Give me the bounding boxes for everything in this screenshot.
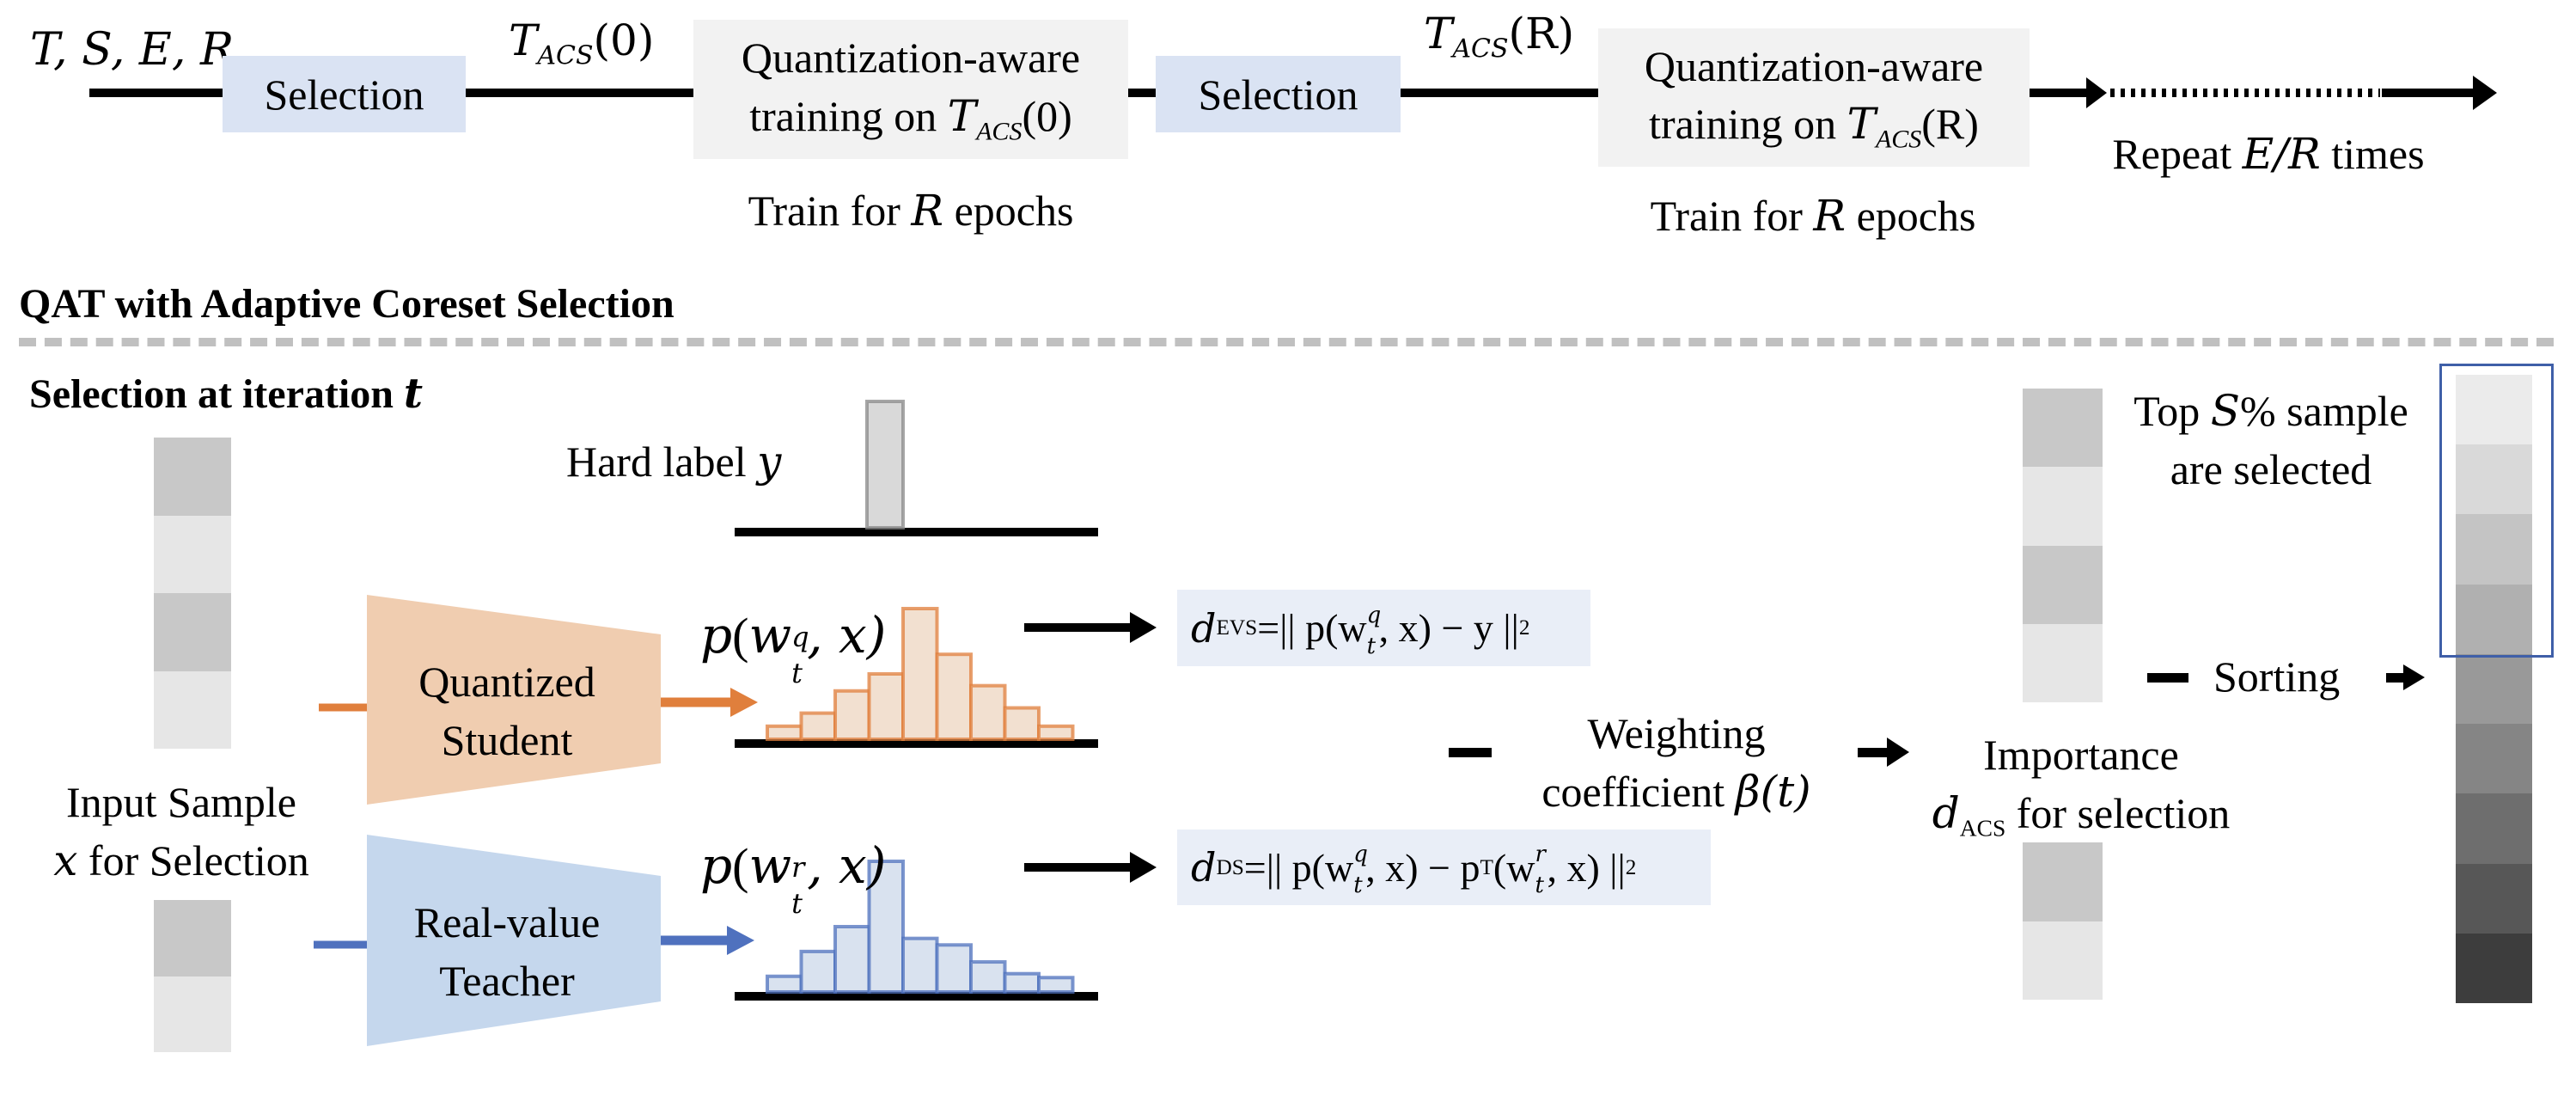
histogram-bar [1003, 706, 1041, 742]
pipeline-line [466, 89, 693, 97]
histogram-bar [901, 936, 939, 995]
top-selected-label: Top S% sample are selected [2133, 386, 2408, 493]
histogram-bar [766, 974, 803, 995]
teacher-hist-baseline [735, 992, 1098, 1001]
histogram-bar [799, 949, 837, 995]
sorted-cell [2456, 793, 2532, 864]
importance-cell [2023, 389, 2103, 468]
arrow-head [2473, 76, 2497, 110]
repeat-note: Repeat E/R times [2112, 129, 2425, 179]
arrow-shaft [1024, 863, 1132, 872]
sample-cell [154, 438, 231, 516]
subsection-title: Selection at iteration t [29, 370, 424, 418]
sample-cell [154, 900, 231, 976]
histogram-bar [833, 689, 871, 742]
histogram-bar [766, 724, 803, 741]
histogram-bar [901, 607, 939, 741]
tacs0-label: TACS(0) [509, 15, 655, 71]
input-sample-label: Input Sample x for Selection [53, 778, 309, 885]
qat-box-line2: training on TACS(0) [749, 90, 1072, 146]
importance-cell [2023, 842, 2103, 921]
pipeline-line [89, 89, 223, 97]
arrow-head [2086, 77, 2107, 108]
arrow-shaft [1858, 748, 1889, 757]
importance-cell [2023, 921, 2103, 1000]
histogram-bar [1037, 976, 1075, 995]
hard-label-bar [865, 400, 905, 530]
evs-equation: d EVS =|| p(w q t, x) − y || 2 [1177, 590, 1590, 666]
histogram-bar [935, 943, 973, 995]
hard-label-baseline [735, 528, 1098, 536]
student-output-label: p(w q t, x) [700, 606, 887, 689]
histogram-bar [799, 711, 837, 741]
sorted-cell [2456, 933, 2532, 1003]
importance-stack [2023, 389, 2103, 702]
pipeline-line [1401, 89, 1598, 97]
histogram-bar [1037, 724, 1075, 741]
arrow-shaft [2386, 673, 2405, 683]
sorted-cell [2456, 653, 2532, 725]
selection-label: Selection [264, 70, 424, 119]
minus-sign [1449, 748, 1492, 757]
student-arrow-head [730, 688, 758, 717]
sorted-cell [2456, 863, 2532, 934]
ds-equation: d DS =|| p(w q t, x) − p T (w r t, x) || 2 [1177, 830, 1711, 905]
sorted-cell [2456, 724, 2532, 794]
hard-label-text: Hard label y [566, 437, 782, 487]
histogram-bar [867, 672, 905, 741]
pipeline-line [1128, 89, 1156, 97]
sorting-label: Sorting [2213, 652, 2341, 701]
input-sample-stack [154, 900, 231, 1052]
qat-box-line1: Quantization-aware [1644, 41, 1984, 90]
student-label: Quantized Student [418, 658, 595, 764]
importance-cell [2023, 467, 2103, 546]
importance-cell [2023, 623, 2103, 702]
sample-cell [154, 515, 231, 593]
section-title: QAT with Adaptive Coreset Selection [19, 281, 675, 327]
selection-box-1: Selection [223, 56, 466, 132]
selection-label: Selection [1198, 70, 1358, 119]
train-note-1: Train for R epochs [748, 186, 1074, 236]
tacsR-label: TACS(R) [1424, 9, 1575, 64]
weighting-coefficient-label: Weighting coefficient β(t) [1541, 709, 1811, 817]
histogram-bar [969, 960, 1007, 995]
histogram-bar [969, 683, 1007, 741]
qat-box-line2: training on TACS(R) [1649, 99, 1979, 154]
section-divider [19, 338, 2554, 346]
qat-training-box-2: Quantization-aware training on TACS(R) [1598, 28, 2030, 167]
sample-cell [154, 976, 231, 1052]
arrow-head [2403, 664, 2425, 690]
sample-cell [154, 593, 231, 671]
arrow-shaft [1024, 623, 1132, 632]
input-sample-stack [154, 438, 231, 749]
importance-label: Importance dACS for selection [1932, 731, 2231, 842]
histogram-bar [865, 400, 905, 530]
train-note-2: Train for R epochs [1650, 191, 1976, 241]
histogram-bar [935, 652, 973, 742]
qat-box-line1: Quantization-aware [741, 34, 1081, 83]
teacher-output-label: p(w r t, x) [700, 836, 887, 920]
student-hist-baseline [735, 739, 1098, 748]
selection-box-2: Selection [1156, 56, 1401, 132]
arrow-head [1130, 612, 1157, 643]
teacher-label: Real-value Teacher [413, 898, 601, 1005]
sorting-dash [2147, 673, 2188, 683]
inputs-label: T, S, E, R [30, 24, 235, 76]
top-selection-box [2439, 364, 2554, 658]
arrow-head [1130, 852, 1157, 883]
importance-stack [2023, 842, 2103, 1000]
importance-cell [2023, 545, 2103, 624]
teacher-arrow-head [727, 926, 754, 955]
sample-cell [154, 670, 231, 749]
qat-training-box-1: Quantization-aware training on TACS(0) [693, 20, 1128, 159]
histogram-bar [833, 925, 871, 994]
histogram-bar [1003, 971, 1041, 994]
arrow-head [1887, 738, 1909, 767]
